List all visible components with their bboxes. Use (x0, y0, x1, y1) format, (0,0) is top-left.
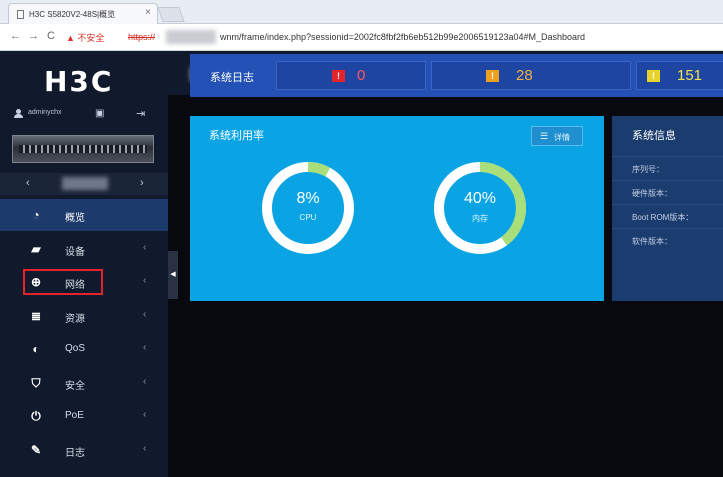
system-log-title: 系统日志 (210, 72, 254, 84)
details-button[interactable]: ☰ 详情 (531, 126, 583, 146)
url-input[interactable]: https:// wnm/frame/index.php?sessionid=2… (128, 29, 708, 46)
redacted-host (166, 30, 216, 44)
tab-close-icon[interactable]: × (145, 7, 151, 18)
chevron-left-icon: ‹ (143, 342, 147, 353)
log-count-critical[interactable]: 0 (276, 61, 426, 90)
warning-count: 28 (516, 67, 533, 84)
cpu-percent: 8% (296, 190, 320, 207)
save-icon[interactable]: ▣ (95, 108, 104, 119)
sidebar-item-0[interactable]: ◔ 概览 (0, 199, 168, 231)
chevron-left-icon: ‹ (143, 308, 147, 320)
warning-alert-icon (486, 70, 499, 82)
sidebar-item-3[interactable]: ≣ 资源 ‹ (0, 300, 168, 332)
document-icon (17, 10, 24, 19)
new-tab-button[interactable] (157, 7, 185, 22)
switch-device-image (12, 135, 154, 163)
critical-count: 0 (357, 67, 366, 84)
sidebar-item-1[interactable]: ▰ 设备 ‹ (0, 233, 168, 265)
redacted-device-name (62, 177, 108, 190)
info-row-software: 软件版本： (612, 228, 723, 252)
system-utilization-card: 系统利用率 ☰ 详情 8% CPU 40% 内存 (190, 116, 604, 301)
memory-gauge-ring (434, 162, 526, 254)
sidebar-item-5[interactable]: ⛉ 安全 ‹ (0, 367, 168, 399)
sidebar-item-4[interactable]: ◐ QoS ‹ (0, 333, 168, 365)
software-version-label: 软件版本： (632, 237, 672, 246)
dashboard-icon: ◔ (32, 208, 40, 222)
sidebar-item-7[interactable]: ✎ 日志 ‹ (0, 434, 168, 466)
cpu-gauge-ring (262, 162, 354, 254)
resource-database-icon: ≣ (30, 308, 42, 323)
log-icon: ✎ (30, 442, 42, 457)
sidebar-item-label: 设备 (65, 246, 85, 258)
chevron-left-icon[interactable]: ‹ (26, 177, 30, 189)
browser-tab-bar: H3C S5820V2-48S|概览 × (0, 0, 723, 24)
user-icon (14, 109, 23, 118)
annotation-highlight-box (23, 269, 103, 295)
not-secure-badge[interactable]: ▲ 不安全 (66, 31, 104, 44)
user-row: adminychx ▣ ⇥ (14, 107, 154, 123)
url-path: wnm/frame/index.php?sessionid=2002fc8fbf… (220, 32, 586, 42)
url-scheme: https:// (128, 32, 156, 42)
chevron-left-icon: ‹ (143, 275, 147, 286)
reload-icon[interactable]: C (47, 30, 55, 42)
info-row-bootrom: Boot ROM版本： (612, 204, 723, 228)
hardware-version-label: 硬件版本： (632, 189, 672, 198)
security-shield-icon: ⛉ (31, 375, 41, 390)
sidebar: H3C adminychx ▣ ⇥ ‹ › ◔ 概览 ▰ 设备 ‹ ⊕ 网络 ‹ ≣ 资源 ‹ ◐ Qo… (0, 51, 168, 477)
qos-icon: ◐ (32, 342, 40, 356)
sidebar-item-label: QoS (65, 343, 86, 354)
system-log-bar: 系统日志 0 28 151 (190, 54, 723, 97)
critical-alert-icon (332, 70, 345, 82)
cpu-gauge: 8% CPU (260, 160, 356, 256)
poe-power-icon: ⏻ (31, 409, 41, 423)
memory-percent: 40% (463, 190, 497, 207)
sidebar-item-label: 概览 (65, 213, 85, 224)
memory-label: 内存 (472, 214, 488, 223)
info-count: 151 (677, 67, 703, 84)
info-alert-icon (647, 70, 660, 82)
chevron-left-icon: ‹ (143, 375, 147, 387)
sidebar-item-label: 资源 (65, 313, 85, 325)
info-row-serial: 序列号： (612, 156, 723, 180)
system-info-card: 系统信息 序列号： 硬件版本： Boot ROM版本： 软件版本： (612, 116, 723, 301)
chevron-left-icon: ‹ (143, 442, 147, 454)
device-icon: ▰ (31, 241, 41, 256)
address-bar: ← → C ▲ 不安全 https:// wnm/frame/index.php… (0, 24, 723, 51)
memory-gauge: 40% 内存 (432, 160, 528, 256)
logout-icon[interactable]: ⇥ (136, 107, 145, 120)
system-info-title: 系统信息 (632, 130, 676, 142)
chevron-left-icon: ‹ (143, 409, 147, 420)
sidebar-item-label: PoE (65, 410, 84, 421)
sidebar-item-label: 日志 (65, 447, 85, 459)
device-selector: ‹ › (0, 173, 168, 195)
username: adminychx (28, 109, 62, 116)
h3c-logo: H3C (44, 65, 114, 98)
info-row-hardware: 硬件版本： (612, 180, 723, 204)
list-icon: ☰ (540, 131, 549, 141)
log-count-warning[interactable]: 28 (431, 61, 631, 90)
back-icon[interactable]: ← (10, 30, 21, 42)
bootrom-version-label: Boot ROM版本： (632, 213, 694, 222)
sidebar-collapse-handle[interactable]: ◀ (168, 251, 178, 299)
chevron-left-icon: ‹ (143, 241, 147, 253)
log-count-info[interactable]: 151 (636, 61, 723, 90)
serial-number-label: 序列号： (632, 165, 664, 174)
details-label: 详情 (554, 133, 570, 142)
sidebar-item-6[interactable]: ⏻ PoE ‹ (0, 400, 168, 432)
utilization-title: 系统利用率 (209, 130, 264, 142)
browser-tab[interactable]: H3C S5820V2-48S|概览 × (8, 3, 158, 24)
tab-title: H3C S5820V2-48S|概览 (29, 10, 116, 19)
cpu-label: CPU (299, 213, 317, 222)
sidebar-item-label: 安全 (65, 380, 85, 392)
forward-icon[interactable]: → (28, 30, 39, 42)
chevron-right-icon[interactable]: › (140, 177, 144, 189)
